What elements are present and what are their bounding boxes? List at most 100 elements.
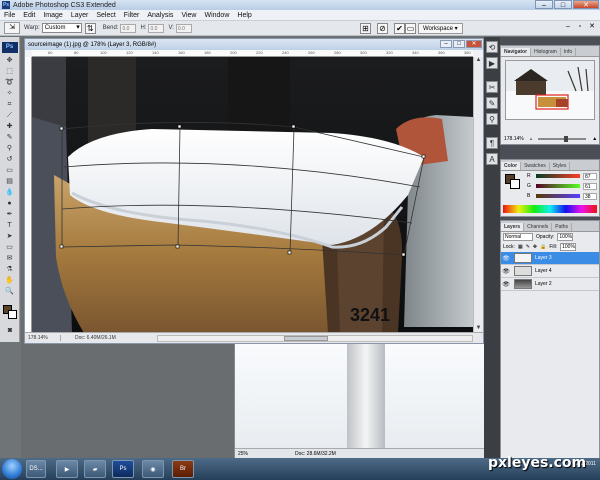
doc-close-button[interactable]: ✕ [466,40,482,48]
eye-icon[interactable]: 👁 [501,268,511,275]
paragraph-panel-icon[interactable]: ¶ [486,137,498,149]
zoom-in-icon[interactable]: ▲ [592,136,597,142]
menu-window[interactable]: Window [200,12,233,19]
maximize-button[interactable]: □ [554,0,572,9]
opacity-input[interactable]: 100% [557,233,574,241]
tab-styles[interactable]: Styles [550,162,571,170]
navigator-zoom-value[interactable]: 178.14% [504,136,524,142]
healing-brush-icon[interactable]: ✚ [4,122,16,132]
layer-name[interactable]: Layer 2 [535,281,552,287]
type-tool-icon[interactable]: T [4,221,16,231]
path-selection-icon[interactable]: ➤ [4,232,16,242]
zoom-slider-knob[interactable] [564,135,569,142]
tab-swatches[interactable]: Swatches [521,162,550,170]
dodge-tool-icon[interactable]: ● [4,199,16,209]
brush-tool-icon[interactable]: ✎ [4,133,16,143]
scroll-up-icon[interactable]: ▲ [474,57,483,65]
clone-stamp-icon[interactable]: ⚲ [4,144,16,154]
menu-edit[interactable]: Edit [19,12,39,19]
quick-mask-icon[interactable]: ◙ [4,326,16,336]
minimize-button[interactable]: – [535,0,553,9]
color-slider-g[interactable] [536,184,580,188]
warp-style-select[interactable]: Custom [41,23,82,33]
vertical-scrollbar[interactable]: ▲ ▼ [473,57,483,333]
bend-input[interactable]: 0.0 [120,23,137,33]
menu-image[interactable]: Image [39,12,66,19]
menu-help[interactable]: Help [233,12,255,19]
commit-transform-icon[interactable]: ✔ [394,23,405,34]
eyedropper-tool-icon[interactable]: ⚗ [4,265,16,275]
taskbar-photoshop-icon[interactable]: Ps [112,460,134,478]
start-button[interactable] [2,459,22,479]
menu-analysis[interactable]: Analysis [143,12,177,19]
layer-name[interactable]: Layer 4 [535,268,552,274]
character-panel-icon[interactable]: A [486,153,498,165]
move-tool-icon[interactable]: ✥ [4,56,16,66]
color-value-g[interactable]: 61 [583,182,597,190]
blend-mode-select[interactable]: Normal [503,233,533,241]
mini-minimize-button[interactable]: – [563,23,573,32]
horizontal-scroll-thumb[interactable] [284,336,328,341]
taskbar-chrome-icon[interactable]: ◉ [142,460,164,478]
mini-restore-button[interactable]: ▫ [575,23,585,32]
menu-select[interactable]: Select [92,12,119,19]
menu-filter[interactable]: Filter [120,12,144,19]
document2-zoom[interactable]: 25% [235,451,259,457]
history-brush-icon[interactable]: ↺ [4,155,16,165]
document-size[interactable]: Doc: 6.40M/26.1M [61,335,116,341]
hand-tool-icon[interactable]: ✋ [4,276,16,286]
tool-preset-picker[interactable]: ⇲ [4,22,20,34]
layer-row[interactable]: 👁 Layer 4 [501,265,599,278]
zoom-out-icon[interactable]: ▵ [530,136,533,142]
tab-info[interactable]: Info [561,48,577,56]
close-button[interactable]: ✕ [573,0,599,9]
background-document-window[interactable]: 25% Doc: 28.6M/32.2M [234,343,499,459]
menu-view[interactable]: View [177,12,200,19]
lock-pixels-icon[interactable]: ✎ [526,244,530,250]
brushes-panel-icon[interactable]: ✎ [486,97,498,109]
lasso-tool-icon[interactable]: ➰ [4,78,16,88]
layer-row[interactable]: 👁 Layer 2 [501,278,599,291]
fill-input[interactable]: 100% [560,243,577,251]
actions-panel-icon[interactable]: ▶ [486,57,498,69]
tool-presets-icon[interactable]: ✂ [486,81,498,93]
switch-transform-icon[interactable]: ⊞ [360,23,371,34]
color-panel-background-swatch[interactable] [510,179,520,189]
gradient-tool-icon[interactable]: ▤ [4,177,16,187]
workspace-button[interactable]: Workspace ▾ [418,23,463,34]
document-titlebar[interactable]: sourceimage (1).jpg @ 178% (Layer 3, RGB… [25,39,483,50]
horizontal-scrollbar[interactable] [157,335,473,342]
tab-layers[interactable]: Layers [501,223,525,231]
history-panel-icon[interactable]: ⟲ [486,41,498,53]
tab-channels[interactable]: Channels [524,223,553,231]
eye-icon[interactable]: 👁 [501,281,511,288]
navigator-preview[interactable] [505,60,595,120]
lock-all-icon[interactable]: 🔒 [540,244,546,250]
tab-paths[interactable]: Paths [552,223,573,231]
taskbar-media-player-icon[interactable]: ▶ [56,460,78,478]
taskbar-explorer-icon[interactable]: ▰ [84,460,106,478]
v-distortion-input[interactable]: 0.0 [175,23,192,33]
menu-layer[interactable]: Layer [67,12,93,19]
color-slider-r[interactable] [536,174,580,178]
layer-name[interactable]: Layer 3 [535,255,552,261]
zoom-tool-icon[interactable]: 🔍 [4,287,16,297]
color-spectrum-bar[interactable] [503,205,597,213]
document-window[interactable]: sourceimage (1).jpg @ 178% (Layer 3, RGB… [24,38,484,344]
color-value-r[interactable]: 87 [583,172,597,180]
lock-transparency-icon[interactable]: ▦ [518,244,523,250]
eye-icon[interactable]: 👁 [501,255,511,262]
notes-tool-icon[interactable]: ✉ [4,254,16,264]
warp-orientation-icon[interactable]: ⇅ [84,22,96,34]
doc-maximize-button[interactable]: □ [453,40,465,48]
marquee-tool-icon[interactable]: ⬚ [4,67,16,77]
magic-wand-tool-icon[interactable]: ✧ [4,89,16,99]
color-value-b[interactable]: 38 [583,192,597,200]
lock-position-icon[interactable]: ✥ [533,244,537,250]
tab-histogram[interactable]: Histogram [531,48,561,56]
eraser-tool-icon[interactable]: ▭ [4,166,16,176]
color-slider-b[interactable] [536,194,580,198]
navigator-zoom-slider[interactable] [538,135,587,142]
blur-tool-icon[interactable]: 💧 [4,188,16,198]
shape-tool-icon[interactable]: ▭ [4,243,16,253]
